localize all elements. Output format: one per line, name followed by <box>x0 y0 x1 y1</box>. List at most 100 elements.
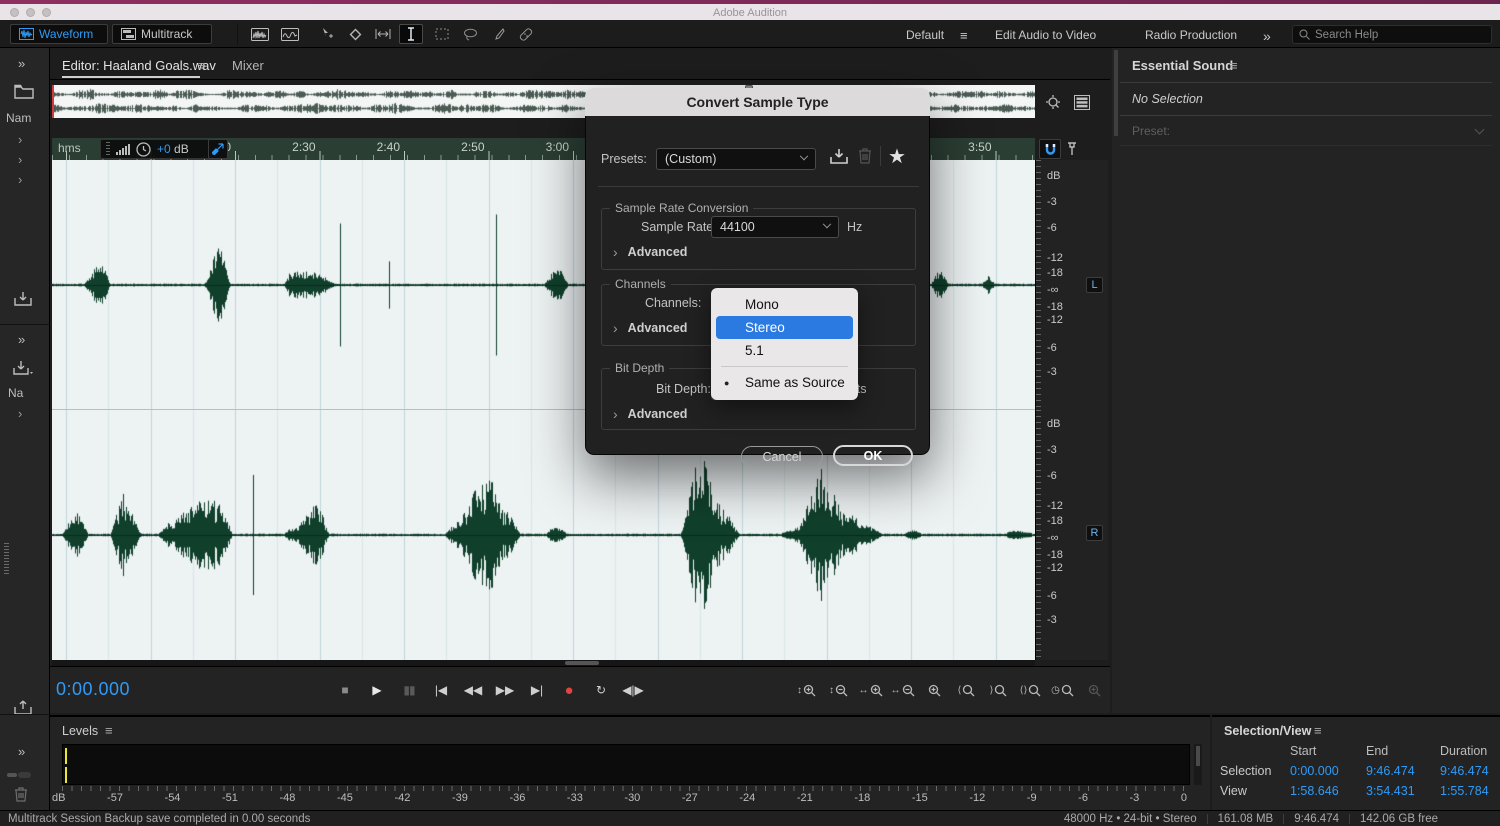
transport-buttons: ■▶▮▮|◀◀◀▶▶▶|●↻◀|▶ <box>332 678 646 702</box>
menu-item-5-1[interactable]: 5.1 <box>711 339 858 362</box>
pause-button[interactable]: ▮▮ <box>396 678 422 702</box>
expand-files-panel-button[interactable]: » <box>18 56 25 71</box>
workspace-edit-audio-to-video[interactable]: Edit Audio to Video <box>995 28 1096 42</box>
levels-menu-icon[interactable]: ≡ <box>105 723 113 738</box>
dialog-titlebar[interactable]: Convert Sample Type <box>585 88 930 116</box>
tab-editor[interactable]: Editor: Haaland Goals.wav <box>62 58 216 73</box>
workspace-overflow-chevrons[interactable]: » <box>1263 28 1271 44</box>
zoom-in-at-in-point-button[interactable]: ⟨ <box>953 678 980 702</box>
ruler-unit-label[interactable]: hms <box>58 141 81 155</box>
workspace-radio-production[interactable]: Radio Production <box>1145 28 1237 42</box>
loop-playback-button[interactable]: ↻ <box>588 678 614 702</box>
hud-gain-value[interactable]: +0 <box>157 142 171 156</box>
zoom-in-at-out-point-button[interactable]: ⟩ <box>985 678 1012 702</box>
zoom-out-full-button[interactable] <box>921 678 948 702</box>
time-selection-tool-button[interactable] <box>371 24 395 44</box>
search-input[interactable] <box>1315 29 1475 41</box>
expand-panel-button[interactable]: » <box>18 332 25 347</box>
folder-icon[interactable] <box>14 84 34 99</box>
menu-item-same-as-source[interactable]: ● Same as Source <box>711 371 858 394</box>
volume-hud[interactable]: +0 dB <box>100 139 210 159</box>
spot-healing-tool-button[interactable] <box>514 24 538 44</box>
selection-start-value[interactable]: 0:00.000 <box>1290 764 1366 778</box>
fast-forward-button[interactable]: ▶▶ <box>492 678 518 702</box>
waveform-view-button[interactable] <box>248 24 272 44</box>
skip-to-start-button[interactable]: |◀ <box>428 678 454 702</box>
cancel-button[interactable]: Cancel <box>741 446 823 467</box>
delete-preset-icon[interactable] <box>858 147 872 164</box>
workspace-default[interactable]: Default <box>906 28 944 42</box>
play-button[interactable]: ▶ <box>364 678 390 702</box>
zoom-to-playhead-button[interactable]: ◷ <box>1049 678 1076 702</box>
selection-duration-value[interactable]: 9:46.474 <box>1440 764 1500 778</box>
move-playhead-button[interactable]: ◀|▶ <box>620 678 646 702</box>
favorite-star-icon[interactable]: ★ <box>888 144 906 169</box>
lasso-selection-tool-button[interactable] <box>458 24 482 44</box>
meter-toggle-icon[interactable] <box>6 770 32 780</box>
save-preset-icon[interactable] <box>829 148 849 165</box>
record-button[interactable]: ● <box>556 678 582 702</box>
playhead-time-display[interactable]: 0:00.000 <box>56 679 130 700</box>
import-files-icon[interactable] <box>12 360 34 376</box>
stop-button[interactable]: ■ <box>332 678 358 702</box>
view-end-value[interactable]: 3:54.431 <box>1366 784 1440 798</box>
marker-pin-icon[interactable] <box>1066 141 1078 157</box>
text-tool-button[interactable] <box>399 24 423 44</box>
tree-expander-icon[interactable]: › <box>18 406 22 421</box>
paintbrush-tool-button[interactable] <box>486 24 510 44</box>
marquee-selection-tool-button[interactable] <box>430 24 454 44</box>
editor-panel-menu-icon[interactable]: ≡ <box>198 58 206 73</box>
tab-mixer[interactable]: Mixer <box>232 58 264 73</box>
essential-sound-menu-icon[interactable]: ≡ <box>1230 58 1238 73</box>
zoom-to-selection-button[interactable]: ⟨⟩ <box>1017 678 1044 702</box>
workspace-menu-icon[interactable]: ≡ <box>960 28 968 43</box>
reset-zoom-button[interactable] <box>1081 678 1108 702</box>
tree-expander-icon[interactable]: › <box>18 152 22 167</box>
scrollbar-thumb[interactable] <box>565 661 599 665</box>
right-channel-badge[interactable]: R <box>1086 525 1103 541</box>
bit-depth-advanced-toggle[interactable]: ›Advanced <box>613 406 687 422</box>
help-search-box[interactable] <box>1292 25 1492 44</box>
skip-to-end-button[interactable]: ▶| <box>524 678 550 702</box>
razor-tool-button[interactable] <box>343 24 367 44</box>
rail-scroll-grip[interactable] <box>4 543 9 575</box>
menu-item-stereo[interactable]: Stereo <box>716 316 853 339</box>
menu-item-mono[interactable]: Mono <box>711 293 858 316</box>
spectral-view-button[interactable] <box>278 24 302 44</box>
zoom-in-time-button[interactable]: ↔ <box>857 678 884 702</box>
levels-scrollbar[interactable] <box>1194 744 1202 785</box>
ruler-time-label: 2:30 <box>292 140 315 154</box>
view-start-value[interactable]: 1:58.646 <box>1290 784 1366 798</box>
tree-expander-icon[interactable]: › <box>18 132 22 147</box>
view-duration-value[interactable]: 1:55.784 <box>1440 784 1500 798</box>
panel-scrollbar[interactable] <box>1114 50 1118 136</box>
media-browser-panel-icon[interactable] <box>13 291 33 307</box>
zoom-out-amplitude-button[interactable]: ↕ <box>825 678 852 702</box>
amplitude-scale[interactable] <box>1035 160 1108 660</box>
zoom-out-time-button[interactable]: ↔ <box>889 678 916 702</box>
left-channel-badge[interactable]: L <box>1086 277 1103 293</box>
zoom-in-amplitude-button[interactable]: ↕ <box>793 678 820 702</box>
expand-levels-panel-button[interactable]: » <box>18 744 25 759</box>
selection-view-menu-icon[interactable]: ≡ <box>1314 723 1322 738</box>
presets-select[interactable]: (Custom) <box>656 148 816 170</box>
multitrack-mode-button[interactable]: Multitrack <box>112 24 212 44</box>
ok-button[interactable]: OK <box>833 445 913 466</box>
marquee-icon <box>435 28 449 40</box>
hud-pin-button[interactable] <box>208 139 228 159</box>
level-meter[interactable] <box>62 744 1190 785</box>
sample-rate-advanced-toggle[interactable]: ›Advanced <box>613 244 687 260</box>
rewind-button[interactable]: ◀◀ <box>460 678 486 702</box>
channels-advanced-toggle[interactable]: ›Advanced <box>613 320 687 336</box>
display-list-icon[interactable] <box>1074 95 1090 110</box>
zoom-full-icon[interactable] <box>1044 95 1062 111</box>
sample-rate-select[interactable]: 44100 <box>711 216 839 238</box>
selection-end-value[interactable]: 9:46.474 <box>1366 764 1440 778</box>
waveform-mode-button[interactable]: Waveform <box>10 24 108 44</box>
preset-dropdown-chevron-icon[interactable] <box>1475 125 1485 135</box>
trash-icon[interactable] <box>14 786 28 802</box>
snap-toggle-button[interactable] <box>1039 139 1061 159</box>
tree-expander-icon[interactable]: › <box>18 172 22 187</box>
move-tool-button[interactable] <box>315 24 339 44</box>
hud-grip[interactable] <box>106 142 110 156</box>
